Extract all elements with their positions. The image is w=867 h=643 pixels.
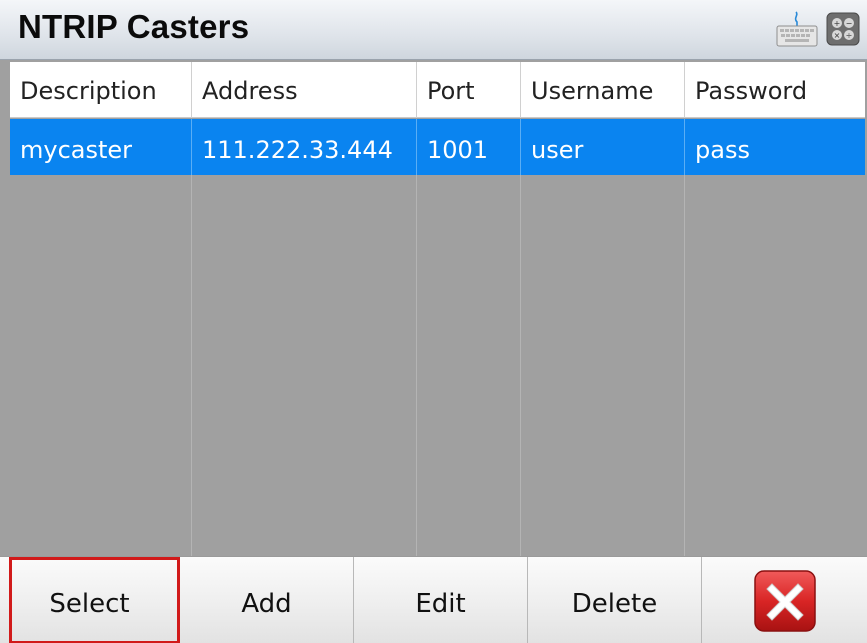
casters-table: Description Address Port Username Passwo… (10, 62, 865, 618)
column-divider (416, 175, 417, 618)
column-divider (191, 175, 192, 618)
column-divider (684, 175, 685, 618)
column-divider (520, 175, 521, 618)
select-button[interactable]: Select (0, 557, 180, 643)
close-icon (753, 569, 816, 632)
column-header-port[interactable]: Port (417, 62, 521, 118)
cell-address: 111.222.33.444 (192, 119, 417, 175)
column-header-address[interactable]: Address (192, 62, 417, 118)
close-button[interactable] (702, 557, 867, 643)
cell-port: 1001 (417, 119, 521, 175)
button-bar: Select Add Edit Delete (0, 556, 867, 643)
column-header-password[interactable]: Password (685, 62, 865, 118)
edit-button-label: Edit (415, 588, 466, 619)
cell-username: user (521, 119, 685, 175)
svg-text:×: × (834, 31, 841, 40)
keyboard-icon[interactable] (776, 10, 818, 48)
table-header: Description Address Port Username Passwo… (10, 62, 865, 118)
table-row[interactable]: mycaster 111.222.33.444 1001 user pass (10, 119, 865, 175)
svg-text:+: + (834, 19, 841, 28)
ntrip-casters-window: NTRIP Casters + − × ÷ Description Addres… (0, 0, 867, 643)
add-button-label: Add (241, 588, 292, 619)
title-bar: NTRIP Casters + − × ÷ (0, 0, 867, 60)
svg-text:÷: ÷ (846, 31, 853, 40)
cell-description: mycaster (10, 119, 192, 175)
calculator-icon[interactable]: + − × ÷ (826, 12, 860, 46)
cell-password: pass (695, 136, 750, 164)
window-title: NTRIP Casters (18, 8, 250, 45)
delete-button-label: Delete (571, 588, 658, 619)
delete-button[interactable]: Delete (528, 557, 702, 643)
add-button[interactable]: Add (180, 557, 354, 643)
column-header-username[interactable]: Username (521, 62, 685, 118)
edit-button[interactable]: Edit (354, 557, 528, 643)
column-header-description[interactable]: Description (10, 62, 192, 118)
select-button-label: Select (49, 588, 130, 619)
svg-text:−: − (846, 19, 853, 28)
